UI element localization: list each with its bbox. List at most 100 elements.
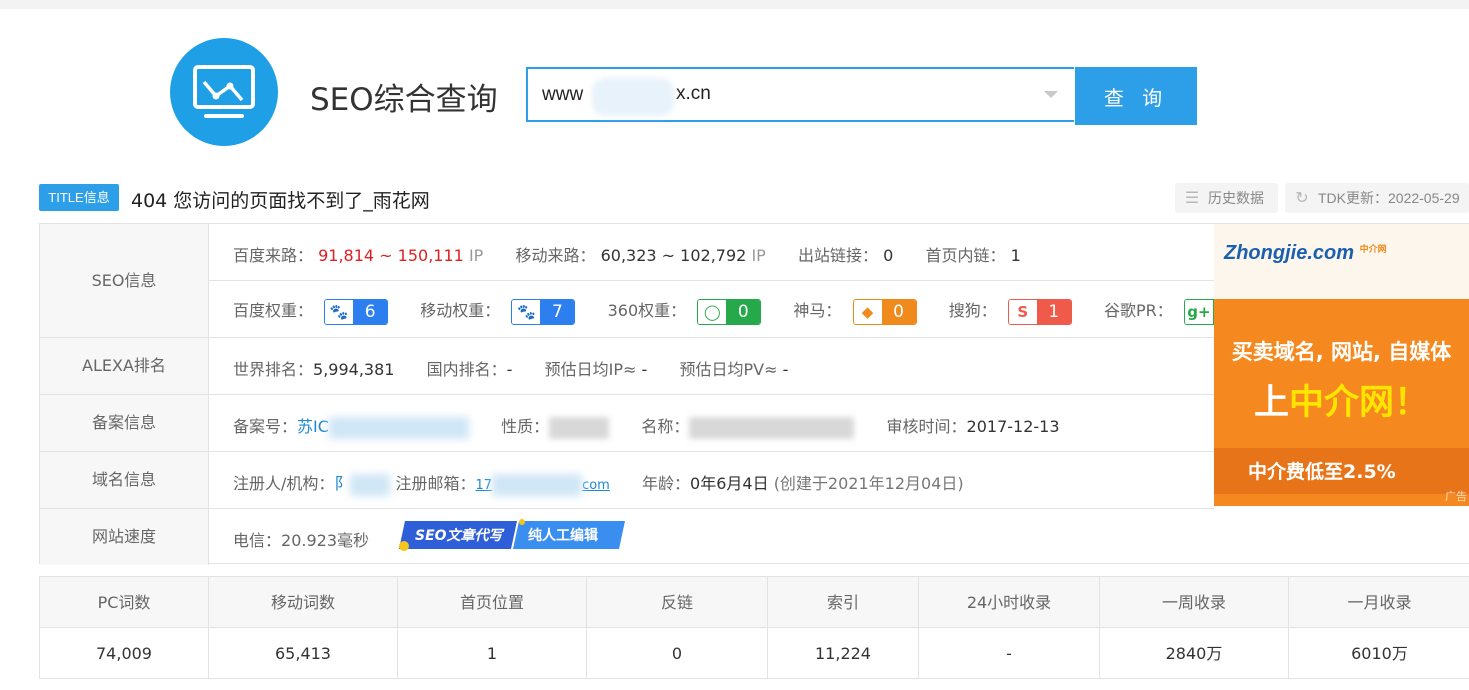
baidu-traffic-label: 百度来路： xyxy=(233,246,314,265)
mobile-weight-badge[interactable]: 🐾 7 xyxy=(511,298,576,325)
review-time-label: 审核时间： xyxy=(886,417,967,436)
seo-logo-icon[interactable] xyxy=(170,38,278,146)
redacted-email xyxy=(492,473,583,496)
360-weight-label: 360权重： xyxy=(607,301,687,320)
age-label: 年龄： xyxy=(642,474,691,493)
stats-header: 一月收录 xyxy=(1347,593,1412,612)
alexa-line: 世界排名：5,994,381 国内排名：- 预估日均IP≈ - 预估日均PV≈ … xyxy=(233,356,788,380)
row-label-alexa: ALEXA排名 xyxy=(40,338,209,394)
sogou-weight-label: 搜狗： xyxy=(948,301,997,320)
stats-header: 反链 xyxy=(587,577,768,628)
beian-line: 备案号：苏IC 性质： 名称： 审核时间：2017-12-13 xyxy=(233,413,1060,439)
traffic-line: 百度来路： 91,814 ~ 150,111 IP 移动来路： 60,323 ~… xyxy=(233,242,1021,266)
registrant-link[interactable]: 阝 xyxy=(334,474,350,493)
email-link[interactable]: 17 xyxy=(476,478,493,493)
stats-header: 索引 xyxy=(768,577,919,628)
speed-line: 电信：20.923毫秒 xyxy=(233,527,369,551)
outlinks-label: 出站链接： xyxy=(798,246,879,265)
top-strip xyxy=(0,0,1469,9)
history-label: 历史数据 xyxy=(1208,190,1264,206)
homepage-links-value[interactable]: 1 xyxy=(1011,246,1021,265)
divider xyxy=(209,280,1215,281)
mobile-weight-value: 7 xyxy=(540,299,575,324)
ad-line-2b: 中介网！ xyxy=(1289,383,1430,423)
domain-row: 域名信息 注册人/机构：阝 注册邮箱：17 com 年龄：0年6月4日 (创建于2… xyxy=(40,452,1215,509)
speed-row: 网站速度 电信：20.923毫秒 xyxy=(40,509,1215,565)
domain-line: 注册人/机构：阝 注册邮箱：17 com 年龄：0年6月4日 (创建于2021年1… xyxy=(233,470,964,496)
beian-number-label: 备案号： xyxy=(233,417,298,436)
tdk-label: TDK更新：2022-05-29 xyxy=(1318,190,1460,206)
nature-label: 性质： xyxy=(501,417,550,436)
paw-icon: 🐾 xyxy=(325,299,354,324)
shenma-weight-badge[interactable]: ◆ 0 xyxy=(852,298,917,325)
stats-header: 移动词数 xyxy=(209,577,398,628)
shenma-weight-value: 0 xyxy=(881,299,916,324)
world-rank-label: 世界排名： xyxy=(233,360,314,379)
mobile-traffic-label: 移动来路： xyxy=(515,246,596,265)
360-weight-badge[interactable]: ◯ 0 xyxy=(697,298,762,325)
row-label-seo: SEO信息 xyxy=(40,224,209,337)
registrant-label: 注册人/机构： xyxy=(233,474,335,493)
stats-value[interactable]: 74,009 xyxy=(40,628,209,679)
beian-number-link[interactable]: 苏IC xyxy=(297,417,329,436)
stats-value: - xyxy=(919,628,1100,679)
ad-logo-text: Zhongjie.com xyxy=(1224,242,1354,264)
zhongjie-ad[interactable]: Zhongjie.com 中介网 买卖域名, 网站, 自媒体 上中介网！ 中介费… xyxy=(1214,224,1469,506)
mobile-traffic-value[interactable]: 60,323 ~ 102,792 xyxy=(601,246,747,265)
banner-text-1: SEO文章代写 xyxy=(415,528,503,544)
stats-header: PC词数 xyxy=(40,577,209,628)
stack-icon: ☰ xyxy=(1184,190,1200,207)
domestic-rank-value: - xyxy=(506,360,513,379)
review-time-value: 2017-12-13 xyxy=(966,417,1060,436)
email-suffix[interactable]: com xyxy=(582,478,610,493)
ad-line-2a: 上 xyxy=(1253,383,1289,423)
stats-value[interactable]: 11,224 xyxy=(768,628,919,679)
google-pr-label: 谷歌PR： xyxy=(1104,301,1173,320)
search-button[interactable]: 查 询 xyxy=(1075,67,1197,125)
stats-value[interactable]: 65,413 xyxy=(209,628,398,679)
telecom-value: 20.923毫秒 xyxy=(281,531,370,550)
refresh-icon: ↻ xyxy=(1295,190,1309,207)
banner-text-2: 纯人工编辑 xyxy=(528,528,598,544)
stats-value[interactable]: 2840万 xyxy=(1100,628,1289,679)
stats-value[interactable]: 0 xyxy=(587,628,768,679)
redacted-domain xyxy=(592,78,674,116)
telecom-label: 电信： xyxy=(233,531,282,550)
baidu-traffic-value[interactable]: 91,814 ~ 150,111 xyxy=(318,246,464,265)
zhongjie-logo: Zhongjie.com 中介网 xyxy=(1224,242,1387,265)
site-name-label: 名称： xyxy=(641,417,690,436)
alexa-row: ALEXA排名 世界排名：5,994,381 国内排名：- 预估日均IP≈ - … xyxy=(40,338,1215,395)
search-suffix: x.cn xyxy=(676,83,711,104)
sogou-icon: S xyxy=(1008,299,1037,324)
row-label-speed: 网站速度 xyxy=(40,509,209,565)
world-rank-value: 5,994,381 xyxy=(313,360,395,379)
ad-line-3-band: 中介费低至2.5% xyxy=(1214,448,1469,494)
sogou-weight-badge[interactable]: S1 xyxy=(1007,298,1072,325)
baidu-weight-label: 百度权重： xyxy=(233,301,314,320)
created-date: (创建于2021年12月04日) xyxy=(773,474,964,493)
ad-line-1: 买卖域名, 网站, 自媒体 xyxy=(1231,340,1452,364)
ip-unit: IP xyxy=(751,246,766,265)
beian-row: 备案信息 备案号：苏IC 性质： 名称： 审核时间：2017-12-13 xyxy=(40,395,1215,452)
shenma-icon: ◆ xyxy=(853,299,882,324)
stats-value[interactable]: 6010万 xyxy=(1289,628,1469,679)
tdk-update-button[interactable]: ↻ TDK更新：2022-05-29 xyxy=(1285,183,1469,213)
brand-title: SEO综合查询 xyxy=(310,82,498,118)
sogou-weight-value: 1 xyxy=(1036,299,1071,324)
redacted-beian xyxy=(328,416,469,439)
daily-pv-label: 预估日均PV≈ xyxy=(679,360,778,379)
stats-value[interactable]: 1 xyxy=(398,628,587,679)
ip-unit: IP xyxy=(468,246,484,265)
outlinks-value[interactable]: 0 xyxy=(883,246,893,265)
history-data-button[interactable]: ☰ 历史数据 xyxy=(1175,183,1278,213)
seo-writing-banner[interactable]: SEO文章代写 纯人工编辑 xyxy=(397,519,625,551)
daily-ip-value: - xyxy=(641,360,648,379)
baidu-weight-value: 6 xyxy=(353,299,388,324)
chevron-down-icon[interactable] xyxy=(1044,91,1058,98)
page-title: 404 您访问的页面找不到了_雨花网 xyxy=(131,190,430,212)
gplus-icon: g+ xyxy=(1184,299,1213,324)
baidu-weight-badge[interactable]: 🐾 6 xyxy=(324,298,389,325)
paw-icon: 🐾 xyxy=(512,299,541,324)
seo-info-row: SEO信息 百度来路： 91,814 ~ 150,111 IP 移动来路： 60… xyxy=(40,224,1248,338)
360-weight-value: 0 xyxy=(726,299,761,324)
